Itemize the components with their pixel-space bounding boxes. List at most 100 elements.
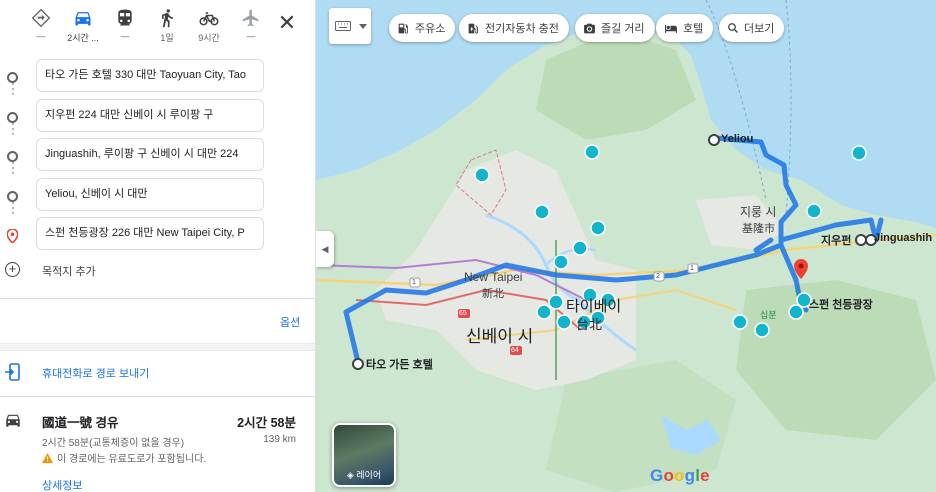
xinbei-city-label: 신베이 시: [466, 327, 534, 346]
input-tools-button[interactable]: [329, 8, 371, 44]
new-taipei-cjk-label: 新北: [482, 288, 504, 300]
gas-icon: [398, 23, 408, 34]
options-button[interactable]: 옵션: [280, 314, 300, 330]
stop-waypoint-3-input[interactable]: Yeliou, 신베이 시 대만: [36, 177, 264, 211]
connector-dots: [11, 123, 14, 138]
search-icon: [728, 23, 738, 33]
mode-bike[interactable]: 9시간: [188, 8, 230, 43]
route-duration: 2시간 58분: [237, 416, 296, 430]
mode-walk-label: 1일: [160, 33, 174, 43]
layers-button[interactable]: ◈ 레이어: [332, 423, 396, 487]
chip-things-to-do[interactable]: 즐길 거리: [575, 14, 655, 42]
tao-garden-label: 타오 가든 호텔: [366, 359, 433, 371]
add-destination-button[interactable]: + 목적지 추가: [0, 257, 315, 287]
waypoint-dot-icon: [7, 111, 18, 123]
stop-waypoint-2: Jinguashih, 루이팡 구 신베이 시 대만 224: [0, 138, 315, 178]
chip-ev-charging[interactable]: 전기자동차 충전: [459, 14, 569, 42]
start-dot-icon: [7, 72, 18, 83]
waypoint-dot-icon: [7, 151, 18, 162]
route-distance: 139 km: [263, 434, 296, 445]
waypoint-dot-icon: [7, 190, 18, 202]
mode-drive[interactable]: 2시간 ...: [62, 8, 104, 43]
shifen-label: 스펀 천등광장: [809, 299, 873, 311]
keelung-cjk-label: 基隆市: [742, 223, 775, 235]
road-2-label: 2: [656, 273, 660, 280]
chip-label: 즐길 거리: [601, 23, 645, 35]
mode-transit-label: —: [120, 31, 130, 41]
destination-pin-icon: [7, 229, 18, 243]
mode-flight[interactable]: —: [230, 8, 272, 42]
chip-label: 더보기: [744, 23, 775, 35]
ev-charger-icon: [468, 23, 478, 34]
stop-destination: 스펀 천등광장 226 대만 New Taipei City, P: [0, 217, 315, 257]
road-64-label: 64: [511, 347, 519, 354]
google-logo: Google: [650, 466, 710, 485]
stop-start-input[interactable]: 타오 가든 호텔 330 대만 Taoyuan City, Tao: [36, 59, 264, 92]
chip-label: 주유소: [415, 23, 446, 35]
close-button[interactable]: ✕: [276, 12, 298, 35]
chip-label: 전기자동차 충전: [485, 23, 559, 35]
connector-dots: [11, 162, 14, 177]
send-to-phone-label: 휴대전화로 경로 보내기: [42, 368, 150, 380]
chip-more[interactable]: 더보기: [719, 14, 785, 42]
keyboard-icon: [335, 21, 351, 31]
mode-drive-label: 2시간 ...: [67, 33, 99, 43]
car-icon: [6, 414, 20, 427]
mode-bike-label: 9시간: [198, 33, 220, 43]
travel-mode-bar: — 2시간 ... — 1일 9시간 —: [0, 0, 315, 52]
mode-flight-label: —: [246, 31, 256, 41]
collapse-panel-button[interactable]: ◀: [316, 231, 334, 267]
bed-icon: [665, 24, 677, 33]
mode-best-label: —: [36, 31, 46, 41]
toll-warning-text: 이 경로에는 유료도로가 포함됩니다.: [57, 454, 207, 465]
divider: [0, 298, 315, 299]
connector-dots: [11, 83, 14, 98]
warning-icon: [42, 452, 53, 463]
layers-text: 레이어: [356, 470, 382, 480]
yeliou-label: Yeliou: [721, 133, 754, 145]
map-canvas[interactable]: 1 1 65 64 2 New Taipei 新北 타이베이 台北 신베이 시 …: [316, 0, 936, 492]
jiufen-label: 지우펀: [821, 235, 852, 247]
plus-icon: +: [5, 261, 20, 277]
airplane-icon: [242, 9, 259, 27]
stop-waypoint-2-input[interactable]: Jinguashih, 루이팡 구 신베이 시 대만 224: [36, 138, 264, 171]
mode-best[interactable]: —: [20, 8, 62, 42]
mode-transit[interactable]: —: [104, 8, 146, 42]
section-divider: [0, 343, 315, 351]
shifen-area-label: 십분: [760, 310, 777, 320]
mode-walk[interactable]: 1일: [146, 8, 188, 43]
stop-waypoint-3: Yeliou, 신베이 시 대만: [0, 177, 315, 218]
route-summary: 2시간 58분(교통체증이 없을 경우): [42, 438, 185, 449]
details-link[interactable]: 상세정보: [42, 477, 82, 492]
toll-warning: 이 경로에는 유료도로가 포함됩니다.: [42, 450, 206, 465]
layers-label: ◈ 레이어: [334, 468, 394, 481]
chevron-left-icon: ◀: [321, 244, 329, 254]
stop-start: 타오 가든 호텔 330 대만 Taoyuan City, Tao: [0, 59, 315, 99]
walk-icon: [162, 9, 173, 28]
add-destination-label: 목적지 추가: [42, 265, 96, 278]
stop-waypoint-1: 지우펀 224 대만 신베이 시 루이팡 구: [0, 98, 315, 139]
road-1-label: 1: [690, 265, 694, 272]
taipei-label: 타이베이: [566, 298, 622, 315]
route-name: 國道一號 경유: [42, 416, 119, 430]
chip-label: 호텔: [683, 23, 704, 35]
directions-panel: — 2시간 ... — 1일 9시간 — ✕ 타오 가든 호텔 330 대만 T…: [0, 0, 316, 492]
layers-icon: ◈: [346, 470, 357, 480]
jinguashih-label: Jinguashih: [874, 232, 933, 244]
keelung-label: 지룽 시: [740, 205, 777, 219]
send-to-phone-row[interactable]: 휴대전화로 경로 보내기: [0, 351, 315, 395]
stop-destination-input[interactable]: 스펀 천등광장 226 대만 New Taipei City, P: [36, 217, 264, 250]
send-to-phone-icon: [5, 363, 20, 381]
train-icon: [118, 9, 132, 26]
stop-waypoint-1-input[interactable]: 지우펀 224 대만 신베이 시 루이팡 구: [36, 98, 264, 132]
stop-list: 타오 가든 호텔 330 대만 Taoyuan City, Tao 지우펀 22…: [0, 52, 315, 287]
connector-dots: [11, 202, 14, 217]
road-65-label: 65: [459, 310, 467, 317]
car-icon: [75, 12, 91, 26]
chip-gas-station[interactable]: 주유소: [389, 14, 456, 42]
route-option[interactable]: 國道一號 경유 2시간 58분 2시간 58분(교통체증이 없을 경우) 139…: [0, 397, 315, 492]
directions-diamond-icon: [31, 8, 51, 28]
chip-hotels[interactable]: 호텔: [656, 14, 714, 42]
taipei-cjk-label: 台北: [576, 317, 603, 332]
road-1-label: 1: [412, 279, 416, 286]
